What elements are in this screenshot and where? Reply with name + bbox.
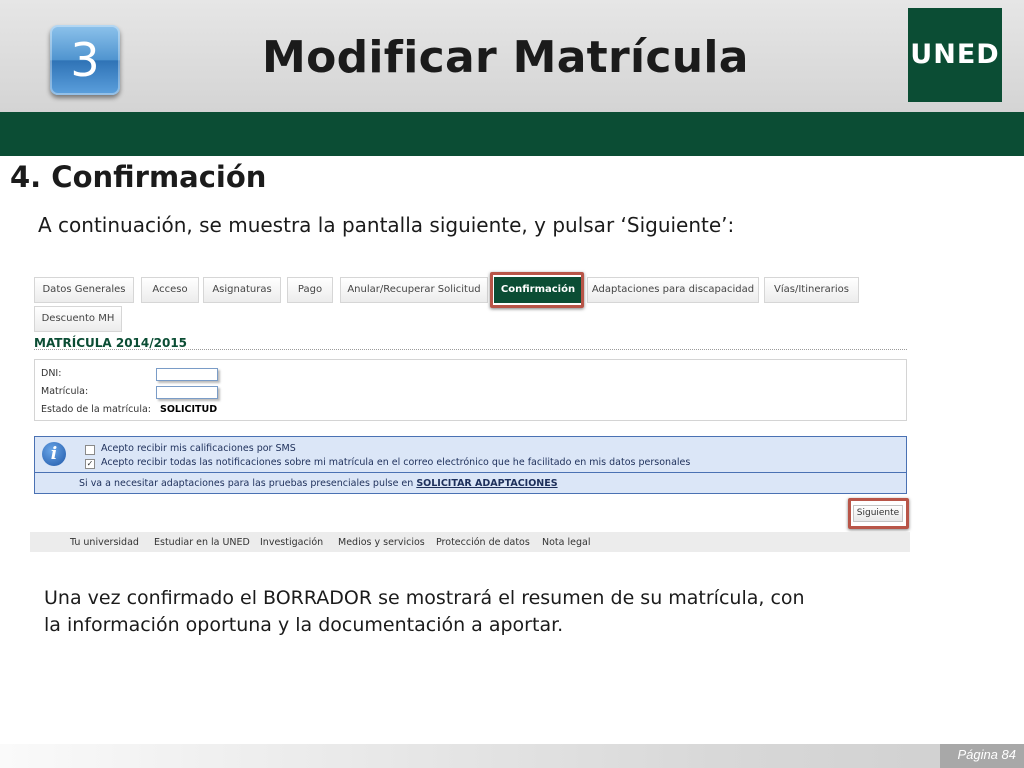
intro-text: A continuación, se muestra la pantalla s… <box>38 213 735 237</box>
estado-value: SOLICITUD <box>160 404 218 415</box>
matricula-field[interactable] <box>156 386 218 399</box>
footer-link-medios[interactable]: Medios y servicios <box>338 537 425 548</box>
matricula-divider <box>34 349 907 350</box>
tab-descuento-mh[interactable]: Descuento MH <box>34 306 122 332</box>
tab-datos-generales[interactable]: Datos Generales <box>34 277 134 303</box>
footer-nav: Tu universidad Estudiar en la UNED Inves… <box>30 532 910 552</box>
dni-field[interactable] <box>156 368 218 381</box>
footer-link-proteccion[interactable]: Protección de datos <box>436 537 530 548</box>
info-divider <box>35 472 906 473</box>
confirmacion-tab-highlight <box>490 272 584 308</box>
tab-pago[interactable]: Pago <box>287 277 333 303</box>
footer-link-investigacion[interactable]: Investigación <box>260 537 323 548</box>
tab-asignaturas[interactable]: Asignaturas <box>203 277 281 303</box>
adaptaciones-text: Si va a necesitar adaptaciones para las … <box>79 478 414 489</box>
outro-text: Una vez confirmado el BORRADOR se mostra… <box>44 587 805 636</box>
siguiente-highlight <box>848 498 909 529</box>
page-number-box: Página 84 <box>940 744 1024 768</box>
info-icon: i <box>42 442 66 466</box>
tab-anular-recuperar[interactable]: Anular/Recuperar Solicitud <box>340 277 488 303</box>
slide-title: Modificar Matrícula <box>262 32 749 83</box>
dni-label: DNI: <box>41 368 62 379</box>
tab-adaptaciones[interactable]: Adaptaciones para discapacidad <box>587 277 759 303</box>
estado-label: Estado de la matrícula: <box>41 404 151 415</box>
footer-link-nota-legal[interactable]: Nota legal <box>542 537 590 548</box>
adaptaciones-notice: Si va a necesitar adaptaciones para las … <box>79 478 558 489</box>
tab-vias-itinerarios[interactable]: Vías/Itinerarios <box>764 277 859 303</box>
sms-checkbox-label: Acepto recibir mis calificaciones por SM… <box>101 443 296 454</box>
header-green-bar <box>0 112 1024 156</box>
footer-link-tu-universidad[interactable]: Tu universidad <box>70 537 139 548</box>
email-checkbox[interactable]: ✓ <box>85 459 95 469</box>
step-number-badge: 3 <box>50 25 120 95</box>
page-footer-bar <box>0 744 1024 768</box>
matricula-form: DNI: Matrícula: Estado de la matrícula: … <box>34 359 907 421</box>
tab-acceso[interactable]: Acceso <box>141 277 199 303</box>
slide-header: 3 Modificar Matrícula UNED <box>0 0 1024 112</box>
matricula-label: Matrícula: <box>41 386 89 397</box>
sms-checkbox[interactable] <box>85 445 95 455</box>
solicitar-adaptaciones-link[interactable]: SOLICITAR ADAPTACIONES <box>416 478 557 489</box>
page-number: Página 84 <box>957 747 1016 762</box>
email-checkbox-label: Acepto recibir todas las notificaciones … <box>101 457 691 468</box>
embedded-screenshot: Datos Generales Acceso Asignaturas Pago … <box>30 268 912 554</box>
uned-logo: UNED <box>908 8 1002 102</box>
section-title: 4. Confirmación <box>10 160 267 194</box>
footer-link-estudiar[interactable]: Estudiar en la UNED <box>154 537 250 548</box>
matricula-title: MATRÍCULA 2014/2015 <box>34 336 188 350</box>
notification-options-box: i Acepto recibir mis calificaciones por … <box>34 436 907 494</box>
